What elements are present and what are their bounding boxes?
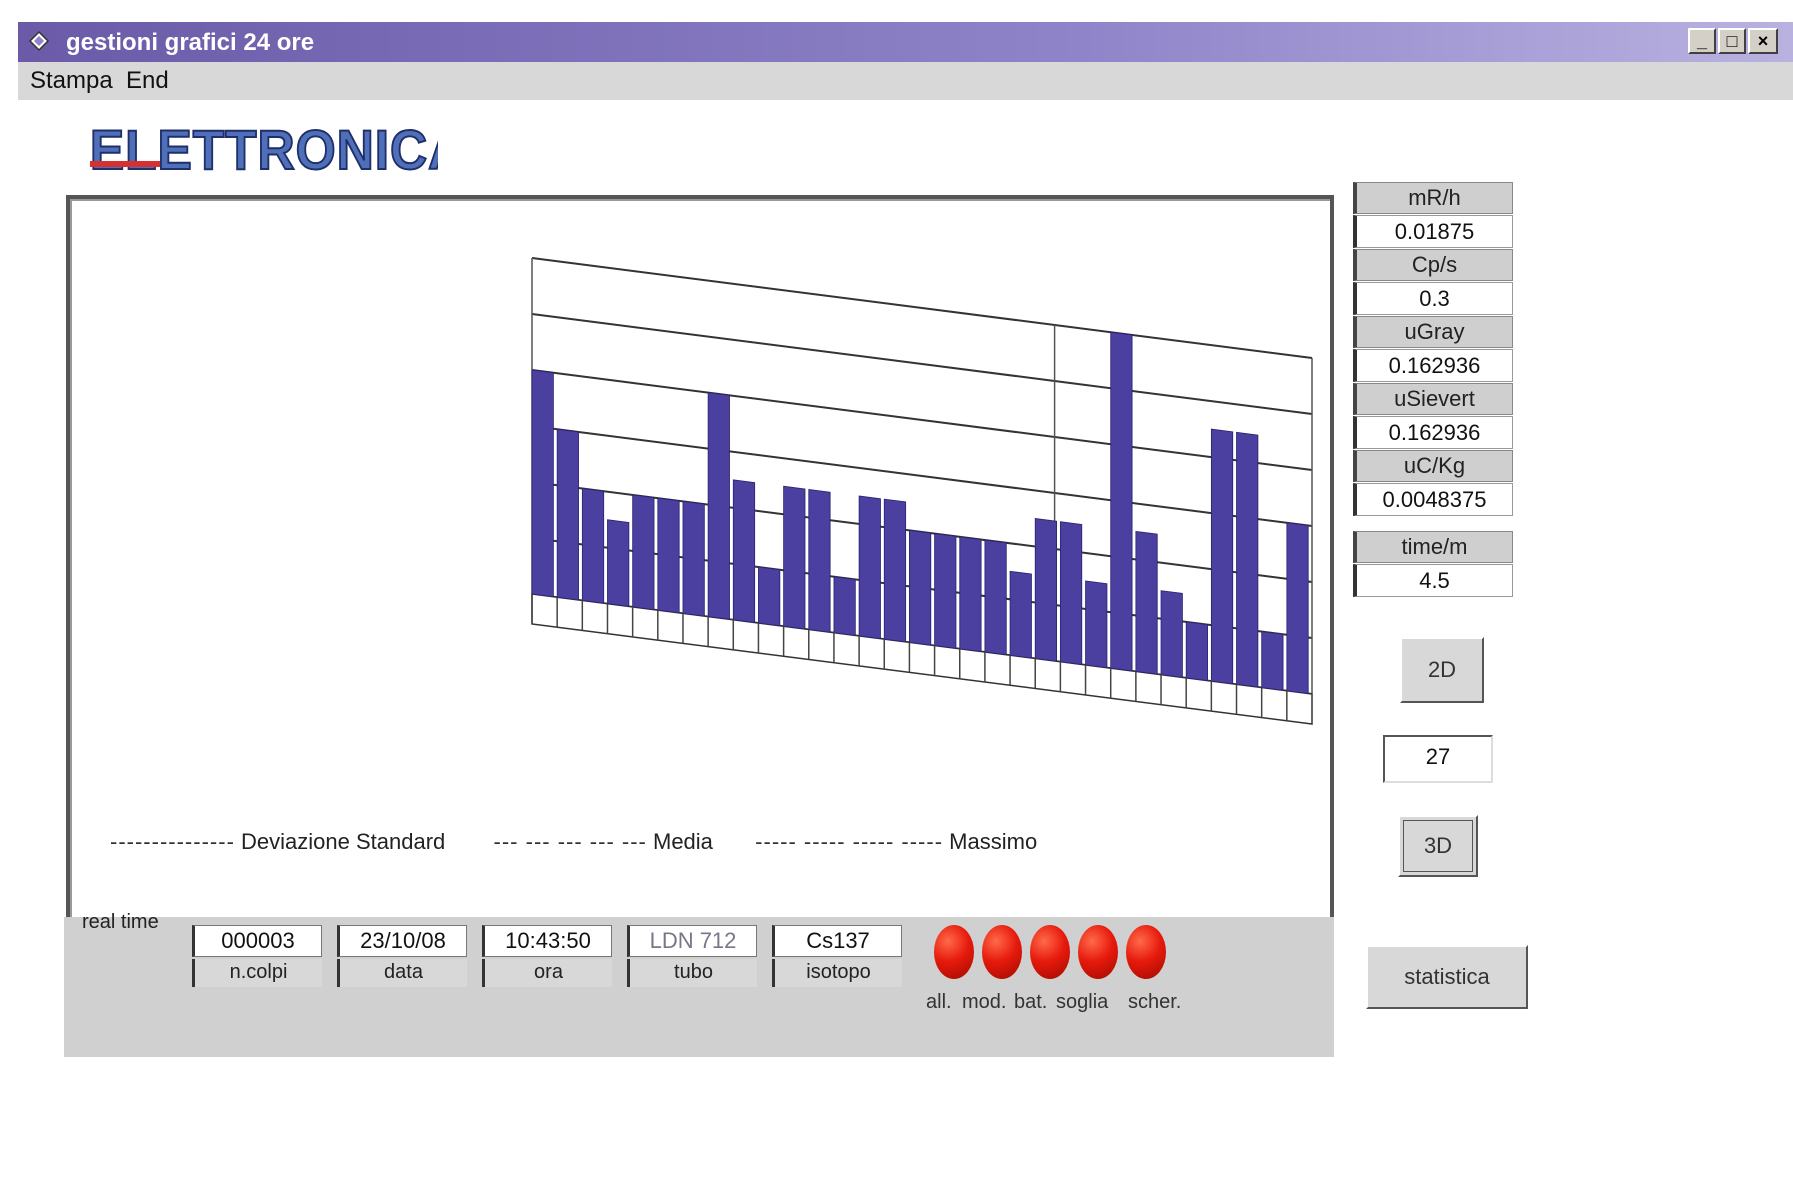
mrh-label: mR/h [1353, 182, 1513, 214]
bar [1110, 331, 1133, 672]
bar [732, 479, 756, 624]
bar [833, 576, 856, 636]
tube-label: tubo [627, 959, 757, 987]
uckg-label: uC/Kg [1353, 450, 1513, 482]
bar [858, 495, 881, 640]
close-button[interactable]: × [1748, 28, 1778, 54]
uckg-value: 0.0048375 [1353, 483, 1513, 516]
window-title: gestioni grafici 24 ore [66, 29, 315, 56]
ugray-label: uGray [1353, 316, 1513, 348]
chart-area: 0123456 --------------- Deviazione Stand… [66, 195, 1334, 935]
hits-label: n.colpi [192, 959, 322, 987]
bar [1261, 631, 1284, 691]
view-3d-button[interactable]: 3D [1398, 815, 1478, 877]
date-field: 23/10/08 data [337, 925, 467, 987]
bar [657, 497, 680, 614]
usievert-label: uSievert [1353, 383, 1513, 415]
app-icon [28, 30, 50, 52]
count-input[interactable]: 27 [1383, 735, 1493, 783]
bar [1059, 521, 1083, 665]
alarm-led [934, 925, 974, 979]
tube-value: LDN 712 [627, 925, 757, 957]
ugray-value: 0.162936 [1353, 349, 1513, 382]
bar [808, 489, 831, 633]
time-of-day-label: ora [482, 959, 612, 987]
isotope-label: isotopo [772, 959, 902, 987]
status-bar: real time 000003 n.colpi 23/10/08 data 1… [64, 911, 1334, 1057]
hits-value: 000003 [192, 925, 322, 957]
menu-end[interactable]: End [126, 67, 169, 95]
statistics-button[interactable]: statistica [1366, 945, 1528, 1009]
bar [1185, 621, 1208, 682]
bar [1236, 431, 1259, 688]
tube-field: LDN 712 tubo [627, 925, 757, 987]
maximize-button[interactable]: □ [1718, 28, 1746, 54]
legend-std-line: --------------- [110, 829, 235, 854]
legend-mean-line: --- --- --- --- --- [493, 829, 647, 854]
hits-field: 000003 n.colpi [192, 925, 322, 987]
chart-legend: --------------- Deviazione Standard --- … [110, 829, 1037, 855]
legend-max-line: ----- ----- ----- ----- [755, 829, 944, 854]
bar [632, 494, 655, 611]
bar [556, 428, 579, 601]
time-field: 10:43:50 ora [482, 925, 612, 987]
bar [1160, 590, 1183, 678]
shield-led-label: scher. [1128, 991, 1182, 1013]
gridline [531, 257, 1313, 359]
bar [934, 533, 957, 649]
usievert-value: 0.162936 [1353, 416, 1513, 449]
bar [707, 392, 730, 620]
bar [1210, 428, 1234, 685]
bar [984, 539, 1007, 656]
menu-bar: Stampa End [18, 62, 1793, 100]
bar [783, 485, 806, 630]
view-2d-button[interactable]: 2D [1400, 637, 1484, 703]
date-label: data [337, 959, 467, 987]
legend-std-label: Deviazione Standard [241, 829, 446, 854]
isotope-field: Cs137 isotopo [772, 925, 902, 987]
main-window: gestioni grafici 24 ore _ □ × Stampa End… [18, 22, 1793, 1182]
bar-chart-3d: 0123456 [531, 257, 1313, 725]
gridline [531, 313, 1313, 415]
svg-text:ELETTRONICA: ELETTRONICA [90, 119, 438, 181]
mrh-value: 0.01875 [1353, 215, 1513, 248]
threshold-led [1078, 925, 1118, 979]
bar [607, 519, 630, 607]
bar [581, 487, 605, 604]
realtime-label: real time [82, 911, 159, 933]
title-bar[interactable]: gestioni grafici 24 ore _ □ × [18, 22, 1793, 62]
time-value: 4.5 [1353, 564, 1513, 597]
battery-led [1030, 925, 1070, 979]
isotope-value: Cs137 [772, 925, 902, 957]
readings-panel: mR/h 0.01875 Cp/s 0.3 uGray 0.162936 uSi… [1353, 182, 1513, 598]
bar [682, 500, 705, 617]
bar [1135, 530, 1158, 675]
bar [1009, 570, 1032, 659]
minimize-button[interactable]: _ [1688, 28, 1716, 54]
threshold-led-label: soglia [1056, 991, 1109, 1013]
bar [1034, 518, 1058, 662]
cps-label: Cp/s [1353, 249, 1513, 281]
mode-led-label: mod. [962, 991, 1007, 1013]
elettronica-logo: ELETTRONICA [89, 118, 438, 182]
mode-led [982, 925, 1022, 979]
bar [1085, 580, 1108, 669]
time-label: time/m [1353, 531, 1513, 563]
bar [758, 566, 781, 627]
gridline [531, 369, 1313, 471]
menu-stampa[interactable]: Stampa [30, 67, 113, 95]
date-value: 23/10/08 [337, 925, 467, 957]
bar [959, 536, 982, 653]
time-of-day-value: 10:43:50 [482, 925, 612, 957]
alarm-led-label: all. [926, 991, 952, 1013]
bar [531, 369, 554, 598]
legend-max-label: Massimo [949, 829, 1038, 854]
legend-mean-label: Media [653, 829, 713, 854]
bar [883, 498, 907, 643]
bar [1286, 522, 1309, 694]
battery-led-label: bat. [1014, 991, 1048, 1013]
bar [909, 529, 932, 646]
cps-value: 0.3 [1353, 282, 1513, 315]
shield-led [1126, 925, 1166, 979]
